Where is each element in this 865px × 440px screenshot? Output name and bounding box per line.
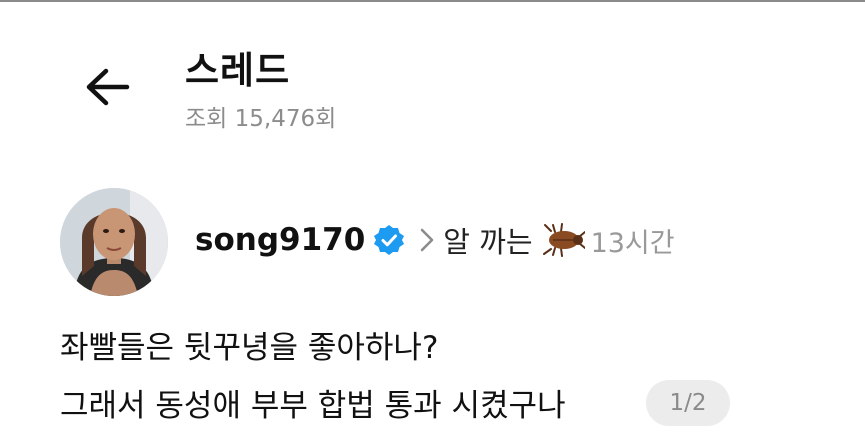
page-indicator-badge: 1/2	[646, 380, 730, 426]
view-count: 조회 15,476회	[185, 106, 337, 132]
top-divider	[0, 0, 865, 2]
chevron-right-icon	[419, 227, 435, 253]
post-text-line-2: 그래서 동성애 부부 합법 통과 시켰구나	[60, 388, 566, 424]
author-row: song9170 알 까는 13시간	[195, 216, 675, 264]
page-title: 스레드	[185, 49, 291, 92]
cockroach-icon	[541, 223, 585, 257]
verified-badge-icon	[373, 224, 405, 256]
post-text-line-1: 좌빨들은 뒷꾸녕을 좋아하나?	[60, 330, 439, 366]
arrow-left-icon	[86, 68, 130, 106]
post-time: 13시간	[590, 227, 675, 259]
topic-tag[interactable]: 알 까는	[443, 219, 532, 261]
avatar-photo	[60, 188, 168, 296]
username[interactable]: song9170	[195, 222, 365, 258]
avatar[interactable]	[60, 188, 168, 296]
back-button[interactable]	[80, 60, 134, 114]
